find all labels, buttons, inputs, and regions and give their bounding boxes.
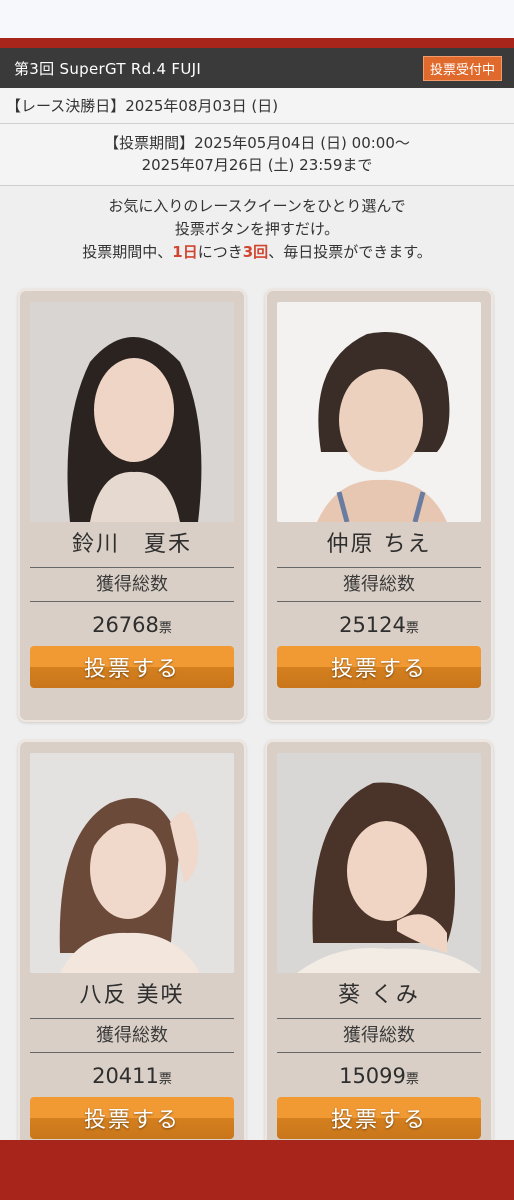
candidate-name: 鈴川 夏禾 — [30, 522, 234, 568]
intro-line-2: 投票ボタンを押すだけ。 — [174, 220, 340, 238]
vote-count-value: 15099 — [339, 1064, 406, 1088]
vote-count: 26768票 — [30, 602, 234, 646]
intro-line-3: 投票期間中、1日につき3回、毎日投票ができます。 — [0, 241, 514, 264]
candidate-card: 葵 くみ 獲得総数 15099票 投票する — [265, 740, 493, 1173]
vote-button[interactable]: 投票する — [30, 1097, 234, 1139]
vote-count: 25124票 — [277, 602, 481, 646]
intro-highlight-day: 1日 — [172, 243, 198, 261]
candidate-name: 八反 美咲 — [30, 973, 234, 1019]
candidate-photo[interactable] — [30, 302, 234, 522]
vote-period-end: 2025年07月26日 (土) 23:59まで — [141, 156, 373, 174]
vote-count: 20411票 — [30, 1053, 234, 1097]
event-title-bar: 第3回 SuperGT Rd.4 FUJI 投票受付中 — [0, 48, 514, 88]
candidate-card: 仲原 ちえ 獲得総数 25124票 投票する — [265, 289, 493, 722]
candidate-photo[interactable] — [277, 753, 481, 973]
intro-text: お気に入りのレースクイーンをひとり選んで 投票ボタンを押すだけ。 投票期間中、1… — [0, 186, 514, 278]
vote-unit: 票 — [405, 1072, 419, 1087]
vote-unit: 票 — [158, 1072, 172, 1087]
vote-period: 【投票期間】2025年05月04日 (日) 00:00〜 2025年07月26日… — [0, 124, 514, 186]
candidate-card: 鈴川 夏禾 獲得総数 26768票 投票する — [18, 289, 246, 722]
footer-bar — [0, 1140, 514, 1200]
status-badge: 投票受付中 — [422, 55, 502, 81]
event-title: 第3回 SuperGT Rd.4 FUJI — [14, 59, 202, 78]
vote-unit: 票 — [158, 621, 172, 636]
candidate-grid: 鈴川 夏禾 獲得総数 26768票 投票する 仲原 ちえ 獲得総数 25124票… — [18, 289, 494, 1173]
intro-text-part: につき — [197, 243, 243, 261]
vote-count-value: 25124 — [339, 613, 406, 637]
header-accent-bar — [0, 38, 514, 48]
intro-text-part: 投票期間中、 — [82, 243, 173, 261]
vote-button[interactable]: 投票する — [30, 646, 234, 688]
intro-highlight-times: 3回 — [242, 243, 269, 261]
vote-unit: 票 — [405, 621, 419, 636]
race-date: 【レース決勝日】2025年08月03日 (日) — [0, 88, 514, 124]
total-votes-label: 獲得総数 — [277, 1019, 481, 1053]
vote-count: 15099票 — [277, 1053, 481, 1097]
candidate-name: 葵 くみ — [277, 973, 481, 1019]
total-votes-label: 獲得総数 — [30, 1019, 234, 1053]
intro-line-1: お気に入りのレースクイーンをひとり選んで — [108, 197, 406, 215]
candidate-name: 仲原 ちえ — [277, 522, 481, 568]
intro-text-part: 、毎日投票ができます。 — [268, 243, 432, 261]
vote-count-value: 20411 — [92, 1064, 159, 1088]
vote-button[interactable]: 投票する — [277, 1097, 481, 1139]
vote-count-value: 26768 — [92, 613, 159, 637]
candidate-photo[interactable] — [277, 302, 481, 522]
browser-top-area — [0, 0, 514, 38]
candidate-photo[interactable] — [30, 753, 234, 973]
candidate-card: 八反 美咲 獲得総数 20411票 投票する — [18, 740, 246, 1173]
total-votes-label: 獲得総数 — [277, 568, 481, 602]
vote-button[interactable]: 投票する — [277, 646, 481, 688]
total-votes-label: 獲得総数 — [30, 568, 234, 602]
vote-period-start: 【投票期間】2025年05月04日 (日) 00:00〜 — [104, 134, 410, 152]
